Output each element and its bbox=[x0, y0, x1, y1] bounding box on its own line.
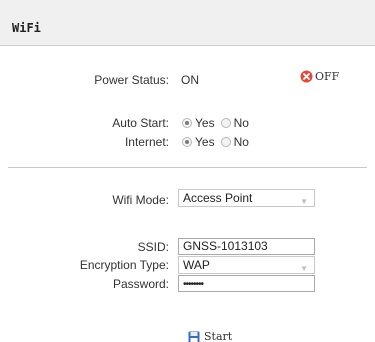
title-bar: WiFi bbox=[0, 0, 375, 46]
chevron-down-icon: ▼ bbox=[300, 264, 308, 273]
power-status-value: ON bbox=[181, 73, 199, 87]
start-label: Start bbox=[204, 330, 233, 342]
close-circle-icon bbox=[300, 70, 313, 83]
wifi-mode-label: Wifi Mode: bbox=[112, 193, 169, 207]
internet-yes-radio[interactable] bbox=[182, 137, 192, 147]
save-disk-icon bbox=[188, 331, 200, 342]
power-status-label: Power Status: bbox=[94, 73, 169, 87]
chevron-down-icon: ▼ bbox=[300, 197, 308, 206]
wifi-mode-select[interactable]: Access Point ▼ bbox=[178, 189, 315, 207]
auto-start-no-label: No bbox=[233, 116, 249, 130]
section-divider bbox=[8, 167, 367, 168]
encryption-type-value: WAP bbox=[183, 258, 210, 272]
wifi-mode-value: Access Point bbox=[183, 191, 253, 205]
power-off-button[interactable]: OFF bbox=[300, 70, 339, 83]
auto-start-yes-radio[interactable] bbox=[182, 118, 192, 128]
password-label: Password: bbox=[112, 277, 169, 291]
auto-start-radio-group: Yes No bbox=[182, 116, 249, 130]
auto-start-yes-option[interactable]: Yes bbox=[182, 116, 215, 130]
internet-no-option[interactable]: No bbox=[220, 135, 249, 149]
internet-no-radio[interactable] bbox=[220, 137, 231, 147]
password-input[interactable]: •••••••• bbox=[178, 275, 315, 292]
auto-start-yes-label: Yes bbox=[195, 116, 215, 130]
password-value: •••••••• bbox=[183, 279, 204, 290]
encryption-type-select[interactable]: WAP ▼ bbox=[178, 256, 315, 274]
auto-start-label: Auto Start: bbox=[112, 116, 169, 130]
internet-yes-label: Yes bbox=[195, 135, 215, 149]
page-title: WiFi bbox=[12, 21, 41, 35]
internet-no-label: No bbox=[233, 135, 249, 149]
encryption-type-label: Encryption Type: bbox=[79, 258, 169, 272]
ssid-input[interactable]: GNSS-1013103 bbox=[178, 238, 315, 255]
internet-yes-option[interactable]: Yes bbox=[182, 135, 215, 149]
power-off-label: OFF bbox=[315, 70, 340, 83]
auto-start-no-option[interactable]: No bbox=[220, 116, 249, 130]
auto-start-no-radio[interactable] bbox=[220, 118, 231, 128]
ssid-label: SSID: bbox=[137, 240, 169, 254]
internet-label: Internet: bbox=[124, 135, 169, 149]
ssid-value: GNSS-1013103 bbox=[183, 239, 268, 253]
start-button[interactable]: Start bbox=[188, 330, 232, 342]
internet-radio-group: Yes No bbox=[182, 135, 249, 149]
